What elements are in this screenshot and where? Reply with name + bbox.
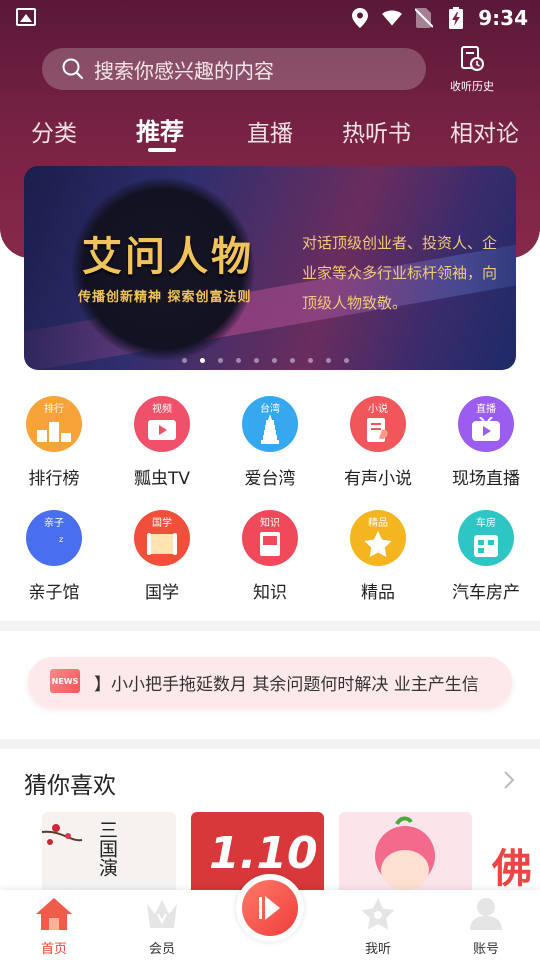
tab-live[interactable]: 直播 (247, 114, 293, 148)
category-label: 国学 (145, 583, 179, 603)
section-divider (0, 621, 540, 631)
category-kids[interactable]: 亲子 z 亲子馆 (4, 510, 104, 603)
recommend-card[interactable]: 三国演 (42, 812, 176, 896)
nav-member[interactable]: 会员 (122, 896, 202, 957)
banner-description: 对话顶级创业者、投资人、企业家等众多行业标杆领袖，向顶级人物致敬。 (302, 234, 498, 312)
star-icon (361, 898, 395, 930)
category-label: 排行榜 (28, 469, 80, 489)
crown-icon (147, 900, 177, 928)
category-audio-novel[interactable]: 小说 有声小说 (328, 396, 428, 489)
card-title: 1.10 (209, 828, 318, 879)
nav-label: 会员 (148, 942, 175, 957)
history-icon (461, 46, 484, 71)
pagination-dot[interactable] (308, 358, 313, 363)
category-label: 有声小说 (344, 469, 412, 489)
no-sim-icon (414, 7, 434, 29)
category-ranking[interactable]: 排行 排行榜 (4, 396, 104, 489)
nav-label: 账号 (472, 942, 499, 957)
tab-recommend[interactable]: 推荐 (136, 112, 184, 147)
gallery-icon (16, 8, 36, 26)
building-icon: 车房 (458, 510, 514, 566)
tower-icon: 台湾 (242, 396, 298, 452)
wifi-icon (382, 7, 403, 29)
tv-icon: 直播 (458, 396, 514, 452)
card-title: 佛 (492, 846, 532, 892)
scroll-icon: 国学 (134, 510, 190, 566)
svg-text:z: z (59, 535, 63, 544)
tab-category[interactable]: 分类 (31, 114, 77, 148)
category-auto-property[interactable]: 车房 汽车房产 (436, 510, 536, 603)
battery-charging-icon (446, 7, 466, 29)
knowledge-book-icon: 知识 (242, 510, 298, 566)
nav-my-listen[interactable]: 我听 (338, 896, 418, 957)
location-icon (350, 7, 370, 29)
pagination-dot[interactable] (326, 358, 331, 363)
top-tabs: 分类 推荐 直播 热听书 相对论 (0, 108, 540, 154)
card-title: 三国演 (96, 820, 118, 877)
banner-title: 艾问人物 (82, 233, 254, 280)
pagination-dot[interactable] (344, 358, 349, 363)
category-label: 瓢虫TV (133, 469, 190, 489)
nav-home[interactable]: 首页 (14, 896, 94, 957)
pagination-dot[interactable] (272, 358, 277, 363)
section-divider (0, 739, 540, 749)
tab-hot-books[interactable]: 热听书 (342, 114, 411, 148)
category-guoxue[interactable]: 国学 国学 (112, 510, 212, 603)
section-title: 猜你喜欢 (24, 773, 116, 799)
category-live[interactable]: 直播 现场直播 (436, 396, 536, 489)
tab-active-indicator (148, 148, 176, 152)
banner-slogan: 传播创新精神 探索创富法则 (78, 290, 252, 305)
user-icon (470, 898, 502, 930)
play-button[interactable] (236, 874, 304, 942)
search-placeholder: 搜索你感兴趣的内容 (94, 58, 274, 83)
pagination-dot[interactable] (236, 358, 241, 363)
search-input[interactable]: 搜索你感兴趣的内容 (42, 48, 426, 90)
recommend-card[interactable] (339, 812, 472, 896)
pagination-dot[interactable] (254, 358, 259, 363)
video-icon: 视频 (134, 396, 190, 452)
star-badge-icon: 精品 (350, 510, 406, 566)
chevron-right-icon[interactable] (502, 770, 516, 790)
pagination-dot[interactable] (200, 358, 205, 363)
search-icon (62, 58, 84, 80)
category-label: 汽车房产 (452, 583, 520, 603)
news-icon: NEWS (50, 669, 80, 693)
category-label: 精品 (361, 583, 395, 603)
status-time: 9:34 (478, 6, 528, 30)
banner[interactable]: 艾问人物 传播创新精神 探索创富法则 对话顶级创业者、投资人、企业家等众多行业标… (24, 166, 516, 370)
home-icon (36, 898, 72, 930)
history-label: 收听历史 (450, 80, 494, 93)
book-icon: 小说 (350, 396, 406, 452)
category-tv[interactable]: 视频 瓢虫TV (112, 396, 212, 489)
pagination-dot[interactable] (218, 358, 223, 363)
category-taiwan[interactable]: 台湾 爱台湾 (220, 396, 320, 489)
recommend-card[interactable]: 佛 (488, 812, 540, 896)
tab-relativity[interactable]: 相对论 (450, 114, 519, 148)
moon-icon: 亲子 z (26, 510, 82, 566)
category-label: 亲子馆 (28, 583, 80, 603)
play-icon (259, 896, 280, 920)
cartoon-girl-icon (375, 816, 435, 890)
category-premium[interactable]: 精品 精品 (328, 510, 428, 603)
category-label: 爱台湾 (244, 469, 296, 489)
pagination-dot[interactable] (182, 358, 187, 363)
nav-label: 首页 (40, 942, 67, 957)
ranking-icon: 排行 (26, 396, 82, 452)
banner-pagination (182, 358, 349, 363)
category-knowledge[interactable]: 知识 知识 (220, 510, 320, 603)
category-label: 现场直播 (452, 469, 520, 489)
status-bar: 9:34 (0, 0, 540, 36)
news-ticker[interactable]: NEWS 】小小把手拖延数月 其余问题何时解决 业主产生信 (28, 657, 512, 707)
pagination-dot[interactable] (290, 358, 295, 363)
category-label: 知识 (253, 583, 287, 603)
history-button[interactable]: 收听历史 (444, 46, 500, 93)
news-ticker-text: 】小小把手拖延数月 其余问题何时解决 业主产生信 (94, 675, 479, 695)
nav-account[interactable]: 账号 (446, 896, 526, 957)
nav-label: 我听 (364, 942, 391, 957)
